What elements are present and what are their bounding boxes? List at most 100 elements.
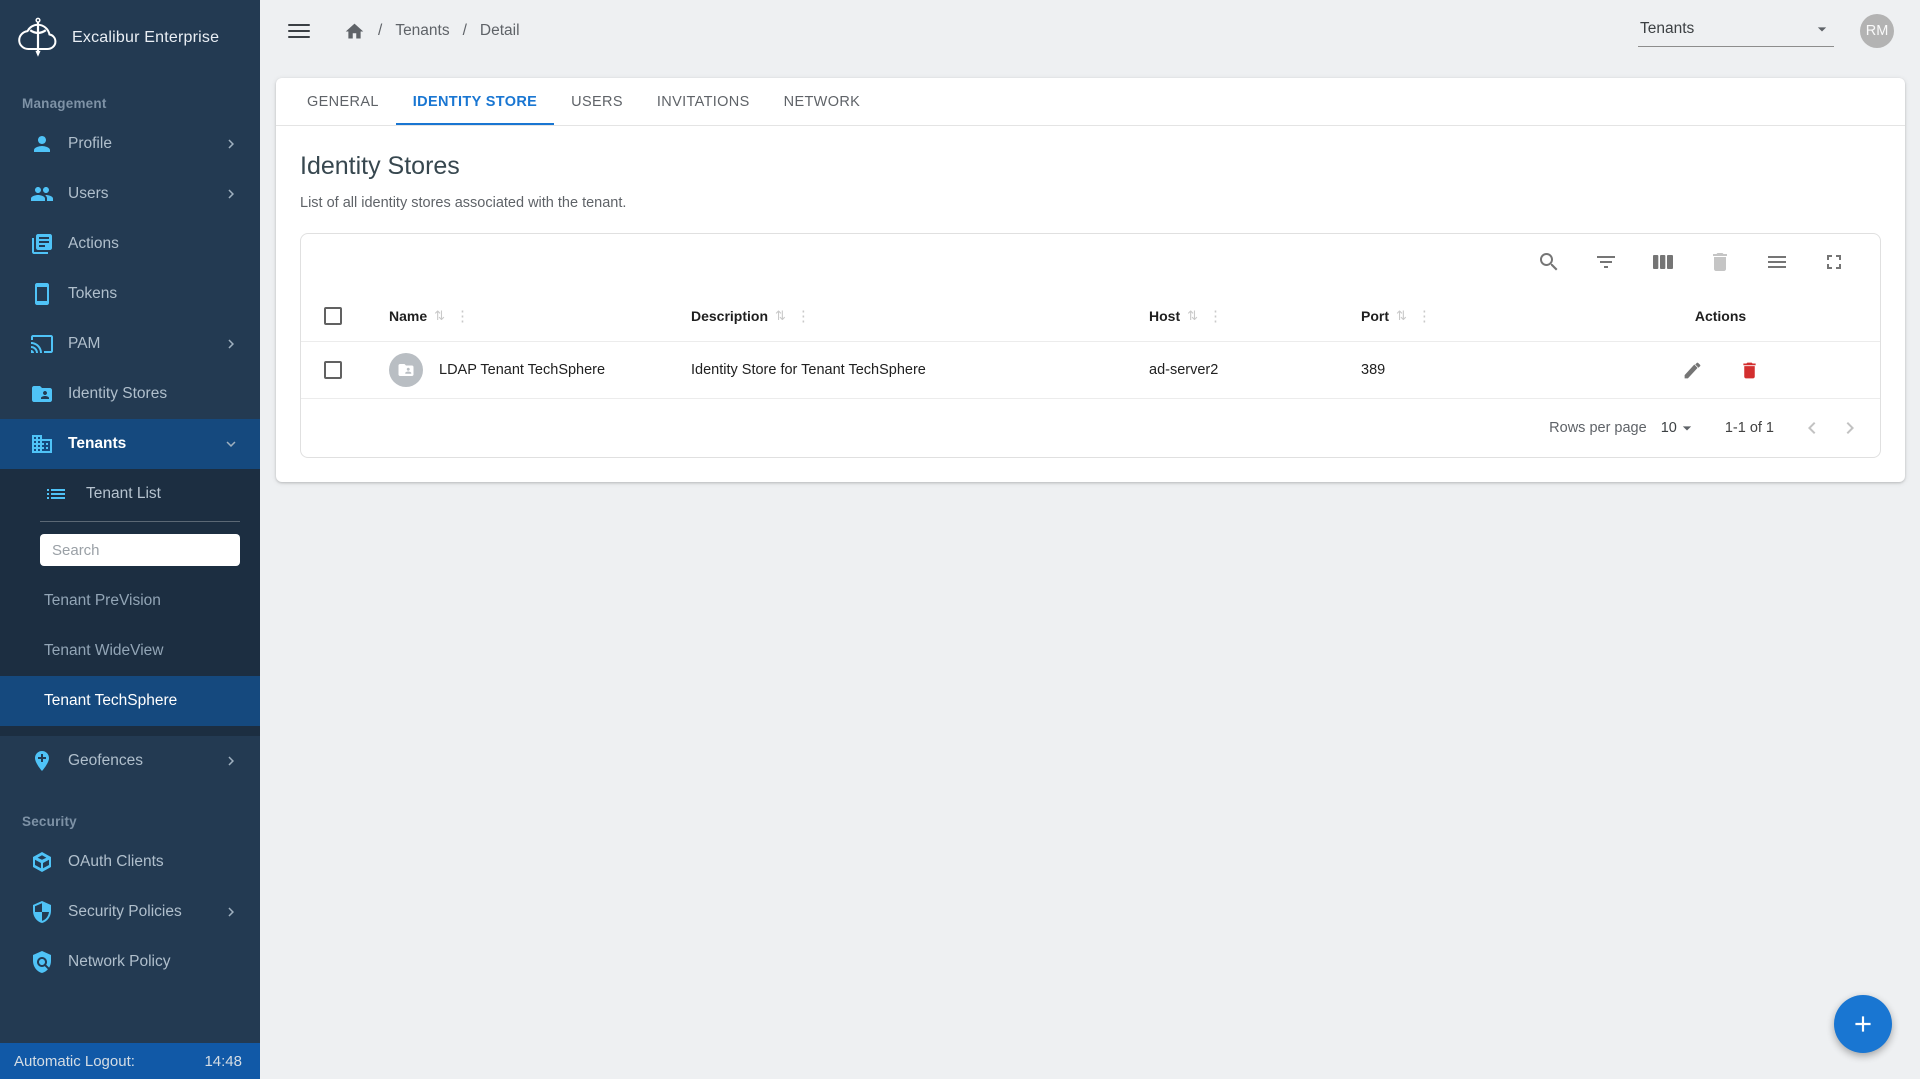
table-header-row: Name ⇅ ⋮ Description ⇅ ⋮ Host ⇅ ⋮ — [301, 290, 1880, 342]
delete-icon[interactable] — [1739, 360, 1760, 381]
identity-stores-table: Name ⇅ ⋮ Description ⇅ ⋮ Host ⇅ ⋮ — [300, 233, 1881, 458]
edit-icon[interactable] — [1682, 360, 1703, 381]
group-icon — [30, 182, 54, 206]
column-menu-icon[interactable]: ⋮ — [1208, 307, 1223, 325]
search-icon[interactable] — [1537, 250, 1561, 274]
cell-name: LDAP Tenant TechSphere — [389, 353, 691, 387]
cell-host: ad-server2 — [1149, 362, 1361, 378]
sidebar-item-network-policy[interactable]: Network Policy — [0, 937, 260, 987]
tab-bar: GENERAL IDENTITY STORE USERS INVITATIONS… — [276, 78, 1905, 126]
next-page-icon[interactable] — [1838, 416, 1862, 440]
tenant-search-input[interactable] — [40, 534, 240, 566]
column-header-description: Description ⇅ ⋮ — [691, 307, 1149, 325]
table-toolbar — [301, 234, 1880, 290]
tenants-submenu: Tenant List Tenant PreVision Tenant Wide… — [0, 469, 260, 736]
domain-icon — [30, 432, 54, 456]
cell-description: Identity Store for Tenant TechSphere — [691, 362, 1149, 378]
sidebar: Excalibur Enterprise Management Profile … — [0, 0, 260, 1079]
user-avatar[interactable]: RM — [1860, 14, 1894, 48]
cell-port: 389 — [1361, 362, 1561, 378]
sidebar-item-pam[interactable]: PAM — [0, 319, 260, 369]
row-checkbox[interactable] — [324, 361, 342, 379]
previous-page-icon[interactable] — [1800, 416, 1824, 440]
tab-network[interactable]: NETWORK — [767, 78, 878, 125]
person-icon — [30, 132, 54, 156]
sidebar-item-identity-stores[interactable]: Identity Stores — [0, 369, 260, 419]
select-all-checkbox[interactable] — [324, 307, 342, 325]
section-security: Security — [0, 786, 260, 837]
delete-selected-icon[interactable] — [1708, 250, 1732, 274]
page-title: Identity Stores — [300, 152, 1881, 181]
logout-label: Automatic Logout: — [14, 1053, 135, 1070]
sidebar-item-tenants[interactable]: Tenants — [0, 419, 260, 469]
filter-icon[interactable] — [1594, 250, 1618, 274]
add-location-icon — [30, 749, 54, 773]
chevron-down-icon — [222, 435, 240, 453]
sidebar-item-oauth-clients[interactable]: OAuth Clients — [0, 837, 260, 887]
rows-per-page-select[interactable]: 10 — [1661, 418, 1697, 438]
table-row[interactable]: LDAP Tenant TechSphere Identity Store fo… — [301, 342, 1880, 399]
menu-hamburger-icon[interactable] — [288, 20, 310, 42]
tab-invitations[interactable]: INVITATIONS — [640, 78, 767, 125]
column-menu-icon[interactable]: ⋮ — [1417, 307, 1432, 325]
tab-users[interactable]: USERS — [554, 78, 640, 125]
column-header-port: Port ⇅ ⋮ — [1361, 307, 1561, 325]
sidebar-item-geofences[interactable]: Geofences — [0, 736, 260, 786]
breadcrumb-separator: / — [463, 22, 467, 40]
dropdown-caret-icon — [1677, 418, 1697, 438]
sidebar-item-profile[interactable]: Profile — [0, 119, 260, 169]
sidebar-item-users[interactable]: Users — [0, 169, 260, 219]
column-menu-icon[interactable]: ⋮ — [796, 307, 811, 325]
pagination-range: 1-1 of 1 — [1725, 420, 1774, 436]
automatic-logout-bar: Automatic Logout: 14:48 — [0, 1043, 260, 1079]
sidebar-item-security-policies[interactable]: Security Policies — [0, 887, 260, 937]
brand-title: Excalibur Enterprise — [72, 29, 219, 47]
brand: Excalibur Enterprise — [0, 0, 260, 68]
sidebar-item-tenant-list[interactable]: Tenant List — [0, 469, 260, 519]
divider — [40, 521, 240, 522]
policy-shield-icon — [30, 950, 54, 974]
breadcrumb-tenants[interactable]: Tenants — [395, 22, 449, 40]
sort-icon[interactable]: ⇅ — [434, 308, 445, 324]
cube-icon — [30, 850, 54, 874]
sidebar-item-actions[interactable]: Actions — [0, 219, 260, 269]
excalibur-cloud-sword-logo-icon — [16, 16, 60, 60]
sidebar-item-tokens[interactable]: Tokens — [0, 269, 260, 319]
context-select[interactable]: Tenants — [1638, 15, 1834, 47]
identity-store-avatar — [389, 353, 423, 387]
column-header-name: Name ⇅ ⋮ — [389, 307, 691, 325]
add-icon — [1850, 1011, 1876, 1037]
chevron-right-icon — [222, 752, 240, 770]
add-identity-store-button[interactable] — [1834, 995, 1892, 1053]
chevron-right-icon — [222, 135, 240, 153]
tenant-item-techsphere[interactable]: Tenant TechSphere — [0, 676, 260, 726]
tenant-item-wideview[interactable]: Tenant WideView — [0, 626, 260, 676]
home-icon[interactable] — [344, 21, 365, 42]
folder-shared-icon — [30, 382, 54, 406]
page-subtitle: List of all identity stores associated w… — [300, 195, 1881, 211]
column-header-actions: Actions — [1561, 308, 1880, 324]
column-menu-icon[interactable]: ⋮ — [455, 307, 470, 325]
cell-actions — [1561, 360, 1880, 381]
breadcrumb-detail[interactable]: Detail — [480, 22, 520, 40]
sort-icon[interactable]: ⇅ — [1187, 308, 1198, 324]
shield-icon — [30, 900, 54, 924]
list-icon — [44, 482, 68, 506]
logout-countdown: 14:48 — [204, 1053, 242, 1070]
tab-general[interactable]: GENERAL — [290, 78, 396, 125]
tab-identity-store[interactable]: IDENTITY STORE — [396, 78, 554, 125]
sort-icon[interactable]: ⇅ — [775, 308, 786, 324]
rows-per-page-label: Rows per page — [1549, 420, 1647, 436]
breadcrumb-separator: / — [378, 22, 382, 40]
context-select-value: Tenants — [1640, 20, 1694, 38]
library-books-icon — [30, 232, 54, 256]
smartphone-icon — [30, 282, 54, 306]
tenant-item-previsio[interactable]: Tenant PreVision — [0, 576, 260, 626]
fullscreen-icon[interactable] — [1822, 250, 1846, 274]
dropdown-caret-icon — [1812, 19, 1832, 39]
columns-icon[interactable] — [1651, 250, 1675, 274]
sort-icon[interactable]: ⇅ — [1396, 308, 1407, 324]
main-area: / Tenants / Detail Tenants RM GENERAL ID… — [260, 0, 1920, 1079]
density-icon[interactable] — [1765, 250, 1789, 274]
section-management: Management — [0, 68, 260, 119]
